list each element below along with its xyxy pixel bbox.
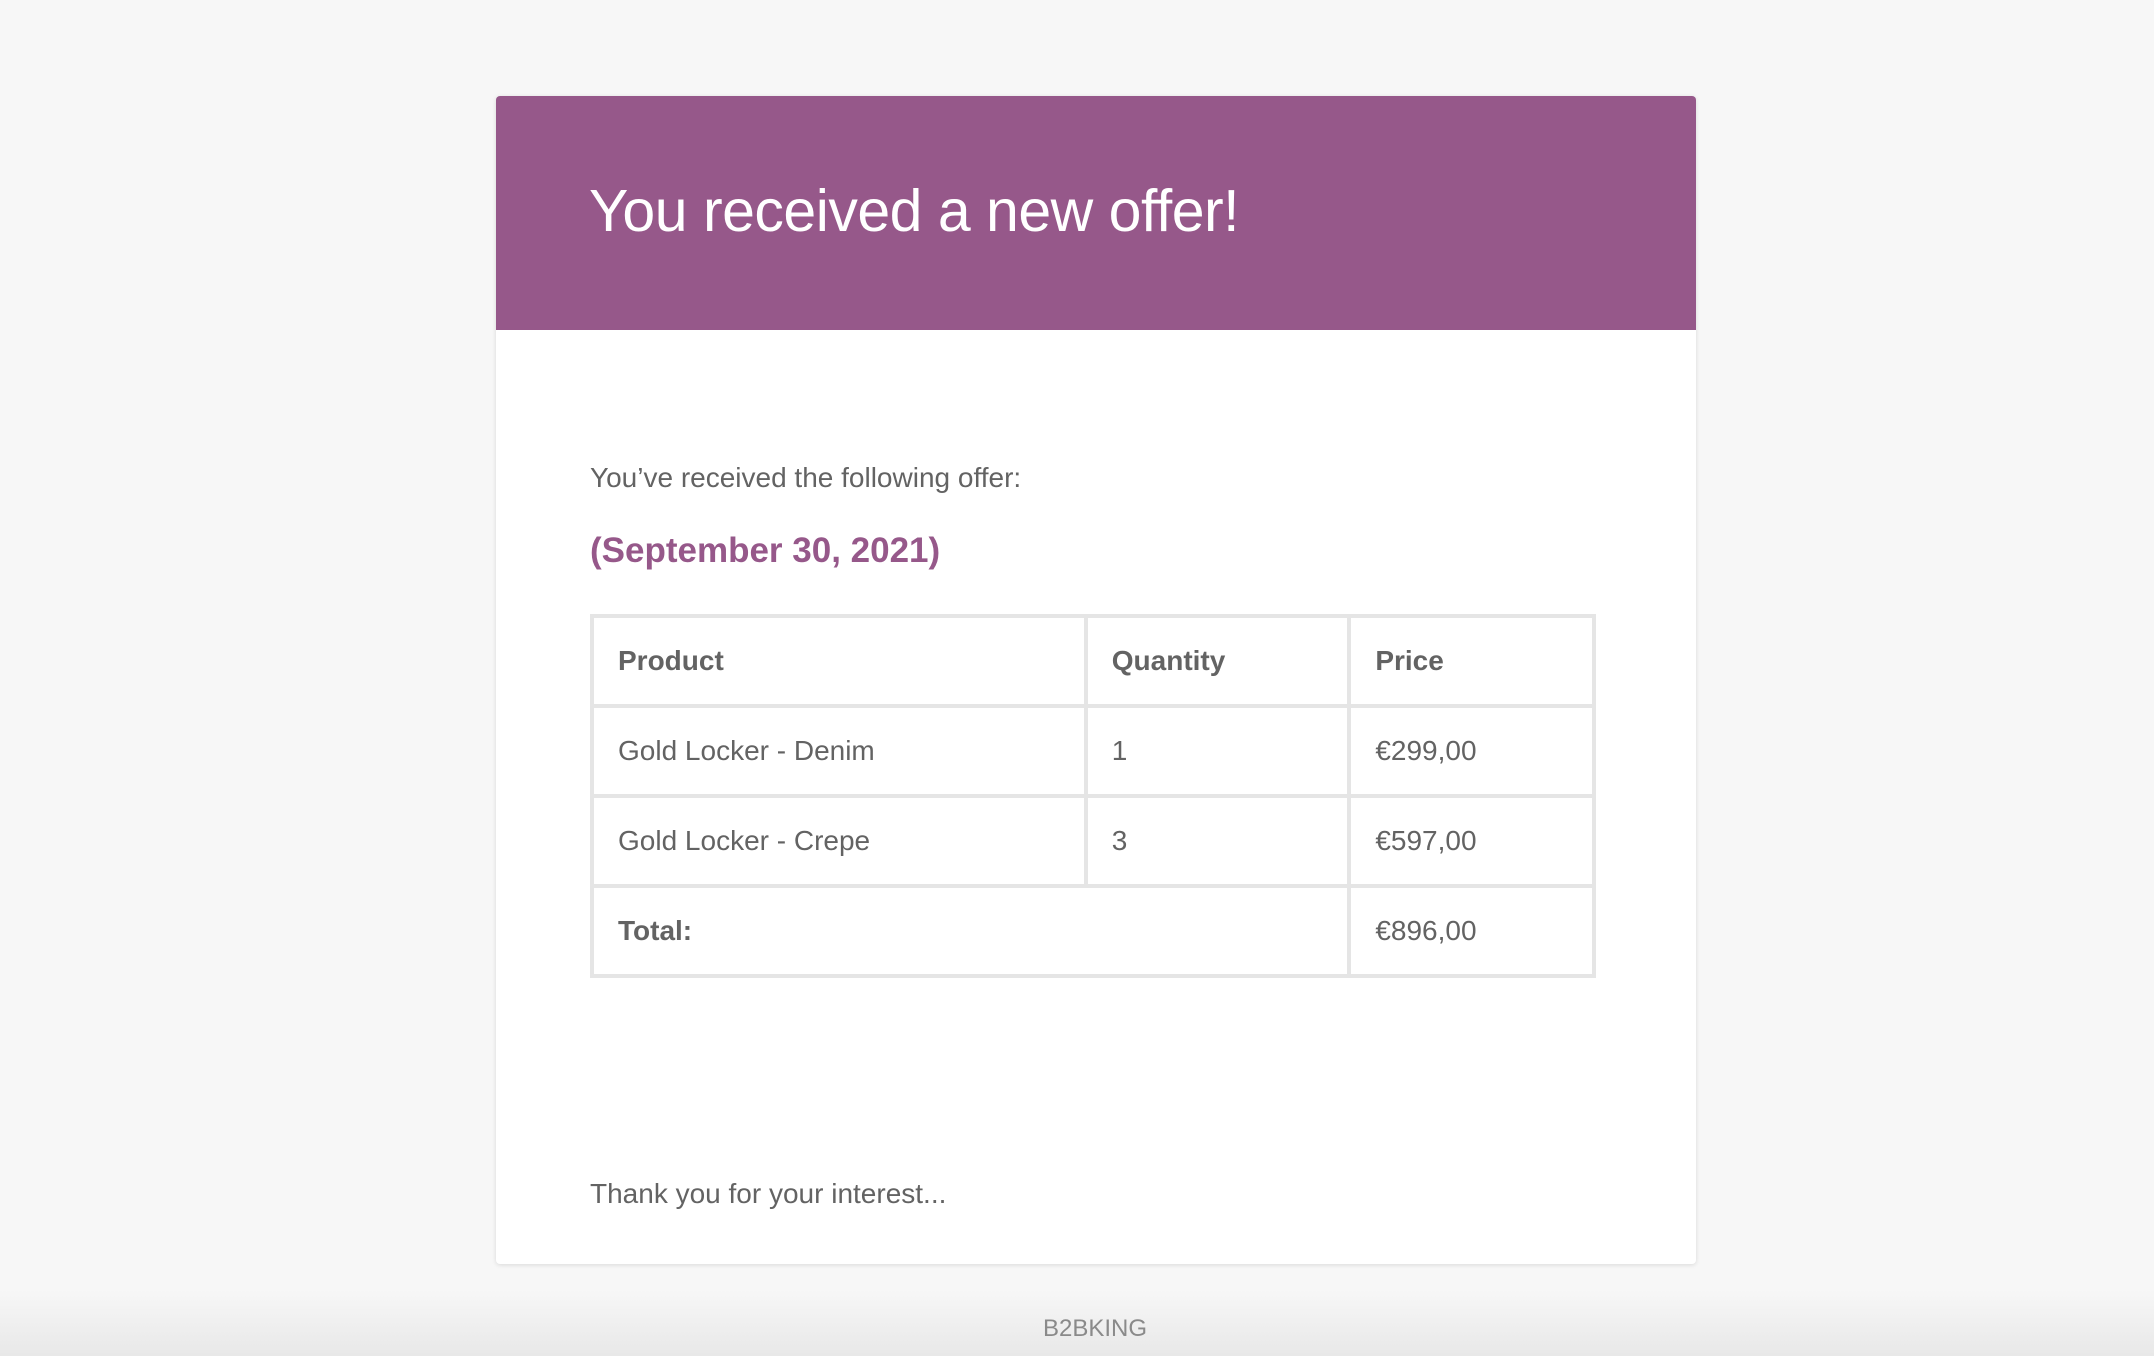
row-quantity: 1 (1083, 704, 1352, 798)
thanks-text: Thank you for your interest... (590, 1178, 947, 1209)
header-quantity: Quantity (1083, 614, 1352, 708)
email-header: You received a new offer! (496, 96, 1696, 330)
table-header-row: Product Quantity Price (590, 614, 1596, 708)
header-price: Price (1347, 614, 1596, 708)
offer-date: (September 30, 2021) (590, 531, 941, 570)
row-price: €299,00 (1347, 704, 1596, 798)
table-row: Gold Locker - Denim 1 €299,00 (590, 704, 1596, 798)
total-label: Total: (589, 884, 1352, 978)
intro-text: You’ve received the following offer: (590, 462, 1022, 493)
email-heading: You received a new offer! (589, 178, 1240, 244)
row-product: Gold Locker - Crepe (590, 794, 1088, 888)
row-product: Gold Locker - Denim (590, 704, 1088, 798)
offer-table: Product Quantity Price Gold Locker - Den… (589, 614, 1596, 978)
header-product: Product (590, 614, 1088, 708)
row-quantity: 3 (1083, 794, 1352, 888)
row-price: €597,00 (1347, 794, 1596, 888)
email-card: You received a new offer! You’ve receive… (496, 96, 1696, 1264)
total-value: €896,00 (1347, 884, 1596, 978)
table-total-row: Total: €896,00 (589, 884, 1596, 978)
footer-brand: B2BKING (1042, 1315, 1148, 1342)
table-row: Gold Locker - Crepe 3 €597,00 (590, 794, 1596, 888)
